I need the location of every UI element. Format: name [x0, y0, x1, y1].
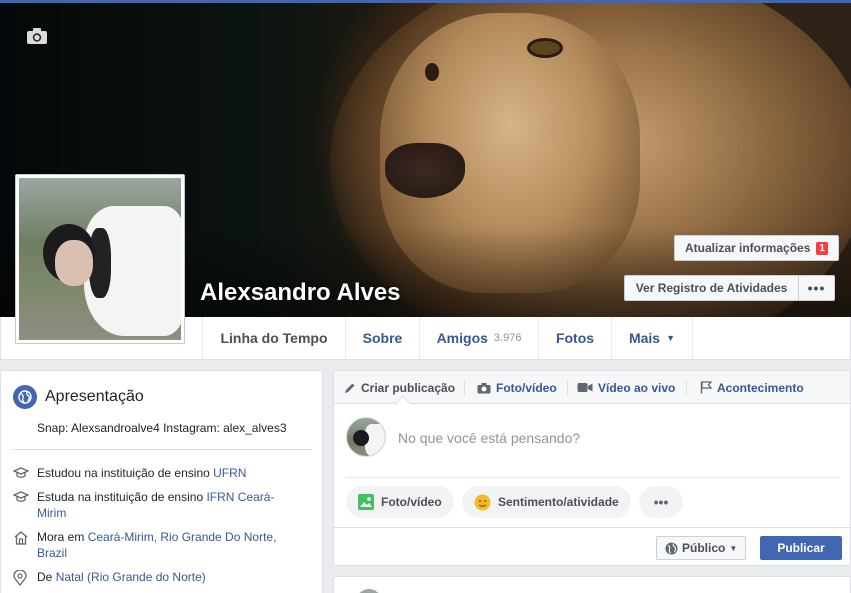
tab-separator — [464, 380, 465, 395]
avatar[interactable] — [356, 589, 382, 593]
audience-selector[interactable]: Público ▼ — [656, 536, 747, 560]
intro-item-studies: Estuda na instituição de ensino IFRN Cea… — [12, 489, 313, 521]
chevron-down-icon: ▼ — [666, 333, 676, 343]
intro-item-from: De Natal (Rio Grande do Norte) — [13, 569, 313, 590]
tab-about-label: Sobre — [362, 330, 403, 346]
tab-friends[interactable]: Amigos 3.976 — [419, 317, 538, 359]
flag-icon — [700, 381, 712, 394]
composer-footer: Público ▼ Publicar — [334, 527, 850, 567]
profile-picture[interactable] — [15, 174, 185, 344]
activity-log-label: Ver Registro de Atividades — [635, 281, 788, 295]
activity-log-button[interactable]: Ver Registro de Atividades — [624, 275, 799, 301]
location-pin-icon — [13, 569, 29, 590]
tab-live-video[interactable]: Vídeo ao vivo — [577, 371, 675, 404]
intro-item-prefix: Mora em — [37, 530, 88, 544]
intro-item-prefix: Estuda na instituição de ensino — [37, 490, 207, 504]
tab-friends-label: Amigos — [436, 330, 488, 346]
tab-create-post-label: Criar publicação — [361, 380, 456, 395]
composer-divider — [346, 477, 840, 478]
intro-link-hometown[interactable]: Natal (Rio Grande do Norte) — [56, 570, 206, 584]
intro-title: Apresentação — [45, 388, 144, 405]
tab-photos-label: Fotos — [555, 330, 595, 346]
profile-name[interactable]: Alexsandro Alves — [200, 279, 401, 307]
pencil-icon — [345, 383, 355, 393]
intro-bio: Snap: Alexsandroalve4 Instagram: alex_al… — [37, 421, 287, 435]
camera-icon — [477, 382, 491, 393]
graduation-cap-icon — [12, 465, 30, 484]
composer-tabs: Criar publicação Foto/vídeo Vídeo ao viv… — [334, 371, 850, 404]
intro-item-lives: Mora em Ceará-Mirim, Rio Grande Do Norte… — [13, 529, 313, 561]
tab-timeline[interactable]: Linha do Tempo — [202, 317, 345, 359]
tab-more-label: Mais — [628, 330, 661, 346]
post-composer: Criar publicação Foto/vídeo Vídeo ao viv… — [333, 370, 851, 566]
post-input[interactable]: No que você está pensando? — [398, 430, 580, 446]
smiley-icon — [474, 494, 491, 510]
more-options-button[interactable]: ••• — [639, 486, 683, 518]
cover-lion-eye-left — [425, 63, 439, 81]
intro-card: Apresentação Snap: Alexsandroalve4 Insta… — [0, 370, 323, 593]
audience-label: Público — [682, 541, 726, 555]
intro-item-prefix: De — [37, 570, 56, 584]
intro-header: Apresentação — [13, 385, 144, 409]
intro-item-studied: Estudou na instituição de ensino UFRN — [12, 465, 313, 484]
cover-lion-eye — [530, 41, 560, 55]
tab-life-event-label: Acontecimento — [717, 380, 804, 395]
tab-live-video-label: Vídeo ao vivo — [598, 380, 676, 395]
intro-item-text: De Natal (Rio Grande do Norte) — [37, 569, 206, 590]
intro-item-text: Mora em Ceará-Mirim, Rio Grande Do Norte… — [37, 529, 287, 561]
tab-life-event[interactable]: Acontecimento — [700, 371, 804, 404]
cover-lion-nose — [385, 143, 465, 198]
tab-photo-video[interactable]: Foto/vídeo — [477, 371, 557, 404]
next-post-card — [333, 576, 851, 593]
photo-video-label: Foto/vídeo — [381, 495, 442, 509]
tab-photos[interactable]: Fotos — [538, 317, 611, 359]
tab-photo-video-label: Foto/vídeo — [496, 380, 557, 395]
intro-item-text: Estudou na instituição de ensino UFRN — [37, 465, 246, 484]
home-icon — [13, 529, 29, 561]
photo-video-button[interactable]: Foto/vídeo — [346, 486, 454, 518]
intro-divider — [13, 449, 311, 450]
avatar-face — [55, 240, 93, 286]
friends-count: 3.976 — [493, 332, 522, 344]
tab-more[interactable]: Mais ▼ — [611, 317, 693, 359]
tab-separator — [686, 380, 687, 395]
chevron-down-icon: ▼ — [729, 543, 738, 553]
intro-link-ufrn[interactable]: UFRN — [213, 466, 246, 480]
update-info-button[interactable]: Atualizar informações 1 — [674, 235, 839, 261]
notification-badge: 1 — [816, 241, 828, 255]
intro-item-text: Estuda na instituição de ensino IFRN Cea… — [37, 489, 297, 521]
avatar-shape — [353, 430, 369, 446]
camera-icon[interactable] — [26, 27, 48, 45]
avatar[interactable] — [346, 417, 386, 457]
profile-picture-image — [19, 178, 181, 340]
photo-icon — [358, 494, 374, 510]
tab-separator — [567, 380, 568, 395]
feeling-activity-button[interactable]: Sentimento/atividade — [462, 486, 631, 518]
video-camera-icon — [577, 383, 593, 392]
graduation-cap-icon — [12, 489, 30, 521]
publish-button[interactable]: Publicar — [760, 536, 842, 560]
tab-timeline-label: Linha do Tempo — [220, 330, 328, 346]
tab-about[interactable]: Sobre — [345, 317, 419, 359]
update-info-label: Atualizar informações — [685, 241, 811, 255]
more-options-button[interactable]: ••• — [798, 275, 835, 301]
globe-icon — [665, 542, 678, 554]
globe-icon — [13, 385, 37, 409]
feeling-activity-label: Sentimento/atividade — [498, 495, 619, 509]
intro-item-prefix: Estudou na instituição de ensino — [37, 466, 214, 480]
